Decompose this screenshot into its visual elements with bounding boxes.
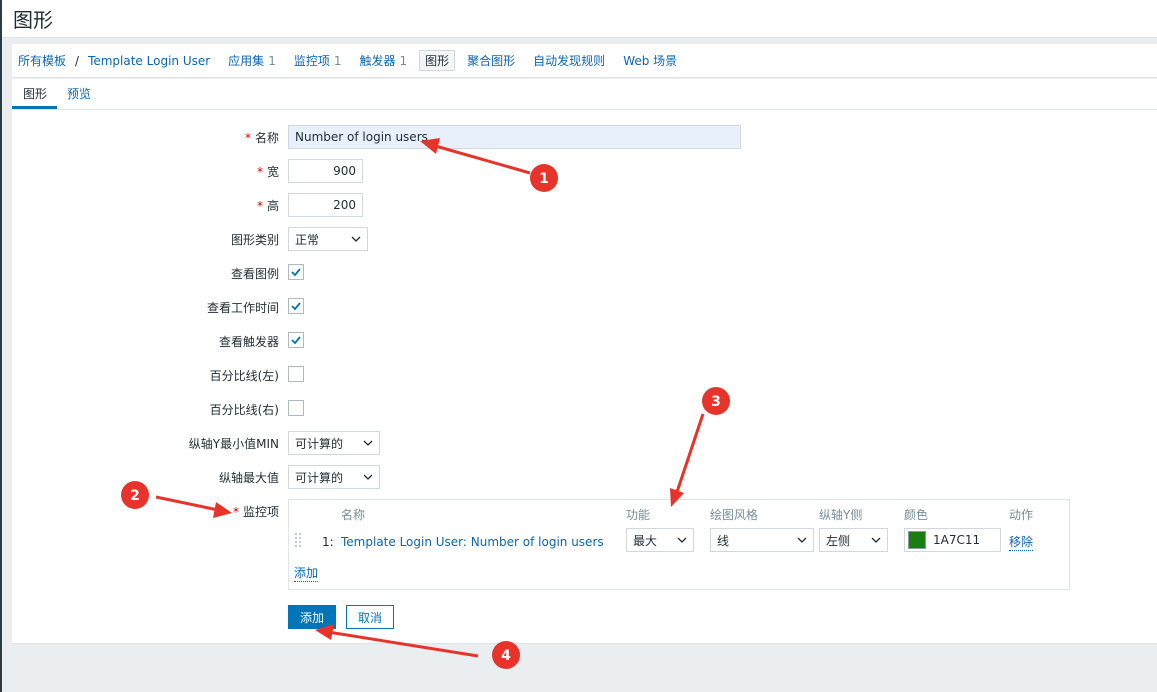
chevron-down-icon xyxy=(677,537,687,543)
percentile-left-label: 百分比线(左) xyxy=(209,369,279,383)
chevron-down-icon xyxy=(797,537,807,543)
breadcrumb-screens[interactable]: 聚合图形 xyxy=(467,52,515,69)
show-working-time-checkbox[interactable] xyxy=(288,298,304,314)
graph-type-label: 图形类别 xyxy=(230,233,279,247)
col-head-draw-style: 绘图风格 xyxy=(710,508,759,522)
form-tabs: 图形 预览 xyxy=(12,79,1157,110)
item-draw-style-select[interactable]: 线 xyxy=(710,528,814,552)
checkmark-icon xyxy=(291,302,301,311)
height-label: * 高 xyxy=(256,199,279,213)
show-legend-label: 查看图例 xyxy=(230,267,279,281)
percentile-right-checkbox[interactable] xyxy=(288,400,304,416)
graph-form: *名称 *宽 *高 图形类别 正常 查看图例 查看工作时间 查看触发器 百分比线… xyxy=(12,110,1157,644)
col-head-color: 颜色 xyxy=(904,508,929,522)
applications-count: 1 xyxy=(268,54,276,68)
breadcrumb: 所有模板 / Template Login User 应用集 1 监控项 1 触发器… xyxy=(12,44,1157,78)
show-triggers-checkbox[interactable] xyxy=(288,332,304,348)
triggers-count: 1 xyxy=(399,54,408,68)
item-color-picker[interactable]: 1A7C11 xyxy=(904,528,1001,552)
name-input[interactable] xyxy=(288,125,741,149)
page-header: 图形 xyxy=(2,0,1157,38)
breadcrumb-triggers[interactable]: 触发器 1 xyxy=(359,52,407,69)
page-title: 图形 xyxy=(13,8,53,32)
name-label: * 名称 xyxy=(244,131,279,145)
items-count: 1 xyxy=(333,54,342,68)
percentile-left-checkbox[interactable] xyxy=(288,366,304,382)
tab-graph[interactable]: 图形 xyxy=(23,85,47,102)
col-head-name: 名称 xyxy=(341,508,366,522)
annotation-label-4: 4 xyxy=(501,648,511,664)
checkmark-icon xyxy=(291,336,301,345)
breadcrumb-web[interactable]: Web 场景 xyxy=(623,52,677,69)
breadcrumb-separator: / xyxy=(75,53,80,68)
breadcrumb-items[interactable]: 监控项 1 xyxy=(294,52,342,69)
height-input[interactable] xyxy=(288,193,363,217)
left-edge-strip xyxy=(0,0,2,692)
col-head-y-side: 纵轴Y侧 xyxy=(819,508,863,522)
col-head-action: 动作 xyxy=(1009,508,1034,522)
item-name-link[interactable]: Template Login User: Number of login use… xyxy=(341,535,604,549)
tab-preview[interactable]: 预览 xyxy=(67,85,91,102)
chevron-down-icon xyxy=(363,474,373,480)
show-triggers-label: 查看触发器 xyxy=(218,335,279,349)
breadcrumb-all-templates[interactable]: 所有模板 xyxy=(18,52,66,69)
add-item-link[interactable]: 添加 xyxy=(294,564,319,582)
item-color-value: 1A7C11 xyxy=(933,533,981,547)
y-min-label: 纵轴Y最小值MIN xyxy=(188,437,279,451)
checkmark-icon xyxy=(291,268,301,277)
chevron-down-icon xyxy=(363,440,373,446)
drag-handle-icon[interactable] xyxy=(294,532,302,548)
width-input[interactable] xyxy=(288,159,363,183)
add-button[interactable]: 添加 xyxy=(288,605,336,629)
triggers-label: 触发器 xyxy=(359,54,396,68)
col-head-function: 功能 xyxy=(626,508,651,522)
percentile-right-label: 百分比线(右) xyxy=(209,403,279,417)
applications-label: 应用集 xyxy=(228,54,265,68)
item-remove-link[interactable]: 移除 xyxy=(1009,533,1034,551)
y-max-select[interactable]: 可计算的 xyxy=(288,465,380,489)
cancel-button[interactable]: 取消 xyxy=(346,605,394,629)
graph-type-select[interactable]: 正常 xyxy=(288,227,368,251)
item-function-select[interactable]: 最大 xyxy=(626,528,694,552)
graph-items-table: 名称 功能 绘图风格 纵轴Y侧 颜色 动作 1: Template Login … xyxy=(288,499,1070,590)
show-legend-checkbox[interactable] xyxy=(288,264,304,280)
items-label: 监控项 xyxy=(293,54,330,68)
breadcrumb-graphs[interactable]: 图形 xyxy=(419,50,456,71)
breadcrumb-template-name[interactable]: Template Login User xyxy=(88,54,210,68)
chevron-down-icon xyxy=(351,236,361,242)
item-y-side-select[interactable]: 左侧 xyxy=(819,528,888,552)
active-tab-indicator xyxy=(12,106,57,109)
breadcrumb-discovery[interactable]: 自动发现规则 xyxy=(533,52,605,69)
y-max-label: 纵轴最大值 xyxy=(218,471,279,485)
color-swatch[interactable] xyxy=(908,531,926,549)
width-label: * 宽 xyxy=(256,165,279,179)
items-label: * 监控项 xyxy=(232,505,279,519)
annotation-marker-4: 4 xyxy=(492,641,520,669)
y-min-select[interactable]: 可计算的 xyxy=(288,431,380,455)
chevron-down-icon xyxy=(871,537,881,543)
breadcrumb-applications[interactable]: 应用集 1 xyxy=(228,52,276,69)
show-working-time-label: 查看工作时间 xyxy=(206,301,279,315)
item-row-number: 1: xyxy=(322,535,334,549)
